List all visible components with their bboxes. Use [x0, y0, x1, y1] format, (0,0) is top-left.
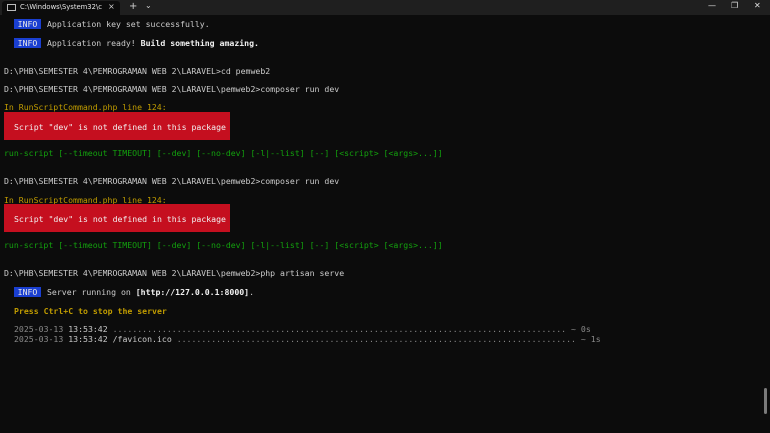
- close-button[interactable]: ✕: [754, 1, 761, 10]
- usage-line: run-script [--timeout TIMEOUT] [--dev] […: [4, 240, 443, 250]
- error-box: Script "dev" is not defined in this pack…: [4, 112, 230, 140]
- command-line: D:\PHB\SEMESTER 4\PEMROGRAMAN WEB 2\LARA…: [4, 176, 340, 186]
- new-tab-button[interactable]: +: [129, 1, 137, 12]
- scrollbar-thumb[interactable]: [764, 388, 767, 414]
- tab-close-icon[interactable]: ×: [108, 2, 115, 11]
- request-log-row: 2025-03-13 13:53:42 ....................…: [14, 324, 591, 334]
- error-box: Script "dev" is not defined in this pack…: [4, 204, 230, 232]
- terminal-icon: [7, 4, 16, 11]
- tab-cmd[interactable]: C:\Windows\System32\cmd.e ×: [2, 1, 120, 15]
- tab-title: C:\Windows\System32\cmd.e: [20, 3, 102, 11]
- ready-message: Application ready! Build something amazi…: [47, 38, 259, 48]
- key-set-message: Application key set successfully.: [47, 19, 210, 29]
- tab-dropdown-icon[interactable]: ⌄: [145, 1, 152, 10]
- maximize-button[interactable]: ❐: [731, 1, 738, 10]
- info-badge: INFO: [14, 38, 41, 48]
- minimize-button[interactable]: —: [708, 1, 716, 10]
- server-running-message: Server running on [http://127.0.0.1:8000…: [47, 287, 255, 297]
- usage-line: run-script [--timeout TIMEOUT] [--dev] […: [4, 148, 443, 158]
- command-line: D:\PHB\SEMESTER 4\PEMROGRAMAN WEB 2\LARA…: [4, 268, 345, 278]
- error-message: Script "dev" is not defined in this pack…: [14, 214, 226, 224]
- info-badge: INFO: [14, 287, 41, 297]
- error-location: In RunScriptCommand.php line 124:: [4, 102, 167, 112]
- error-message: Script "dev" is not defined in this pack…: [14, 122, 226, 132]
- server-url[interactable]: [http://127.0.0.1:8000]: [136, 287, 249, 297]
- stop-hint: Press Ctrl+C to stop the server: [14, 306, 167, 316]
- info-badge: INFO: [14, 19, 41, 29]
- command-line: D:\PHB\SEMESTER 4\PEMROGRAMAN WEB 2\LARA…: [4, 84, 340, 94]
- command-line: D:\PHB\SEMESTER 4\PEMROGRAMAN WEB 2\LARA…: [4, 66, 271, 76]
- request-log-row: 2025-03-13 13:53:42 /favicon.ico .......…: [14, 334, 601, 344]
- title-bar: C:\Windows\System32\cmd.e × + ⌄ — ❐ ✕: [0, 0, 770, 15]
